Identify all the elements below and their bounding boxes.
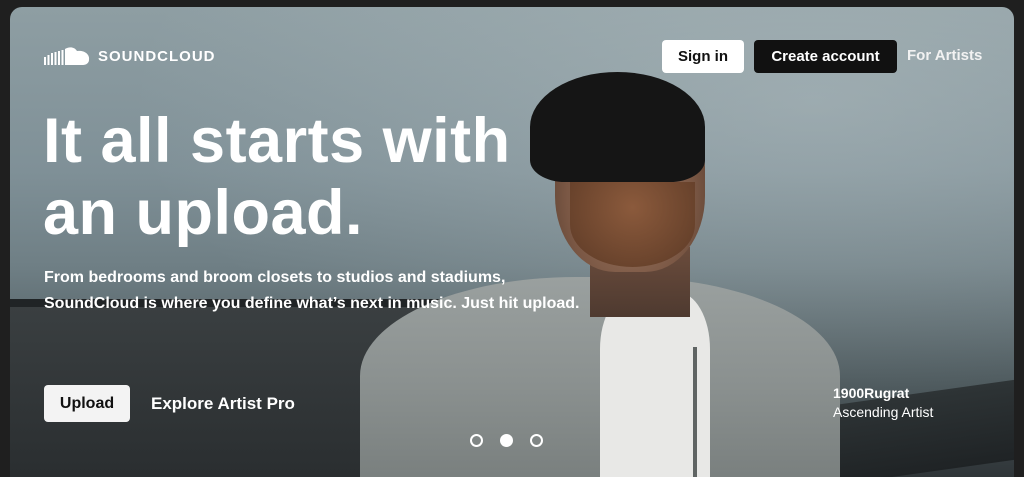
explore-artist-pro-link[interactable]: Explore Artist Pro xyxy=(151,394,295,414)
hero-subtext: From bedrooms and broom closets to studi… xyxy=(44,269,580,312)
soundcloud-cloud-icon xyxy=(44,47,90,65)
hero-headline: It all starts with an upload. xyxy=(43,106,511,248)
featured-artist-name[interactable]: 1900Rugrat xyxy=(833,385,909,401)
upload-button[interactable]: Upload xyxy=(44,385,130,422)
sign-in-button[interactable]: Sign in xyxy=(662,40,744,73)
carousel-dot[interactable] xyxy=(470,434,483,447)
for-artists-link[interactable]: For Artists xyxy=(907,47,982,64)
carousel-dot[interactable] xyxy=(530,434,543,447)
artist-photo-zipper xyxy=(693,347,697,477)
brand-name: SOUNDCLOUD xyxy=(98,47,216,65)
carousel-dot[interactable] xyxy=(500,434,513,447)
featured-artist-title: Ascending Artist xyxy=(833,404,934,420)
create-account-button[interactable]: Create account xyxy=(754,40,897,73)
carousel-pagination xyxy=(470,434,543,447)
hero-banner: SOUNDCLOUD Sign in Create account For Ar… xyxy=(10,7,1014,477)
soundcloud-logo[interactable]: SOUNDCLOUD xyxy=(44,45,216,67)
